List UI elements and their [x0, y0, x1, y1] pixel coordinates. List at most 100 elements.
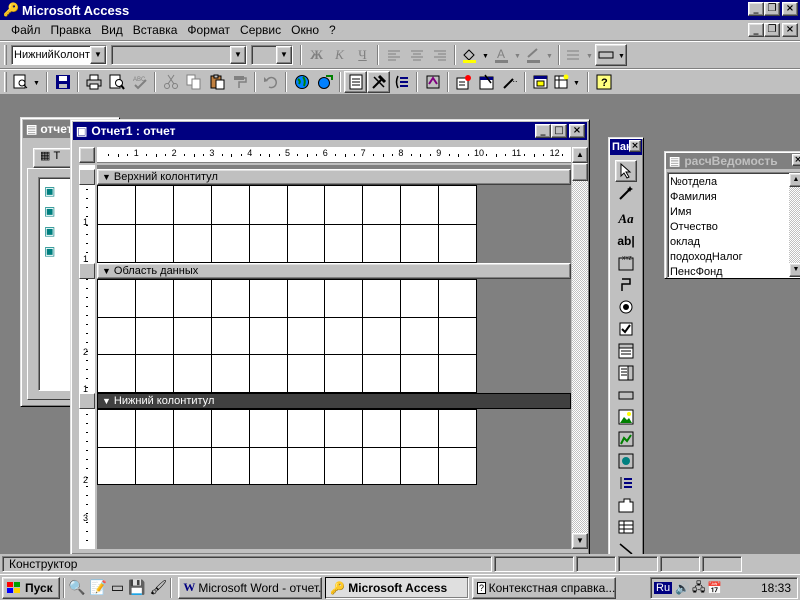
- field-scroll-up[interactable]: ▲: [789, 173, 800, 187]
- tab-control-tool[interactable]: [615, 494, 637, 516]
- field-scroll-down[interactable]: ▼: [789, 263, 800, 277]
- report-design-window[interactable]: ▣ Отчет1 : отчет _ □ × 1 2 3 4 5 6 7 8 9 10 11 12 1…: [70, 119, 590, 555]
- object-combo[interactable]: НижнийКолонт ▼: [11, 45, 107, 65]
- option-button-tool[interactable]: [615, 296, 637, 318]
- align-right-icon[interactable]: [428, 44, 451, 66]
- menu-help[interactable]: ?: [324, 23, 341, 37]
- page-break-tool[interactable]: [615, 472, 637, 494]
- unbound-object-tool[interactable]: [615, 428, 637, 450]
- bound-object-tool[interactable]: [615, 450, 637, 472]
- report-window-titlebar[interactable]: ▣ Отчет1 : отчет _ □ ×: [73, 122, 587, 140]
- print-preview-icon[interactable]: [105, 71, 128, 93]
- task-help[interactable]: ? Контекстная справка...: [472, 576, 617, 599]
- section-bar-page-header[interactable]: ▼ Верхний колонтитул: [97, 169, 571, 185]
- build-icon[interactable]: ...: [498, 71, 521, 93]
- volume-icon[interactable]: 🔊: [675, 581, 690, 595]
- report-object-icon[interactable]: ▣: [44, 184, 55, 198]
- combo-box-tool[interactable]: [615, 340, 637, 362]
- toolbox-titlebar[interactable]: Пан ×: [610, 139, 642, 155]
- report-selector[interactable]: [79, 147, 95, 163]
- task-access[interactable]: 🔑 Microsoft Access: [325, 576, 470, 599]
- task-word[interactable]: W Microsoft Word - отчет...: [178, 576, 323, 599]
- font-size-combo[interactable]: ▼: [251, 45, 293, 65]
- line-width-icon[interactable]: ▼: [563, 44, 595, 66]
- font-color-icon[interactable]: A ▼: [491, 44, 523, 66]
- menu-window[interactable]: Окно: [286, 23, 324, 37]
- section-bar-detail[interactable]: ▼ Область данных: [97, 263, 571, 279]
- chevron-down-icon[interactable]: ▼: [230, 46, 246, 64]
- save-icon[interactable]: [51, 71, 74, 93]
- toolbox-palette[interactable]: Пан × Aa ab| XYZ: [608, 137, 644, 577]
- field-item[interactable]: Отчество: [670, 220, 788, 235]
- copy-icon[interactable]: [182, 71, 205, 93]
- menu-file[interactable]: Файл: [6, 23, 46, 37]
- field-list-scrollbar[interactable]: ▲ ▼: [789, 173, 800, 277]
- undo-icon[interactable]: [259, 71, 282, 93]
- field-item[interactable]: Фамилия: [670, 190, 788, 205]
- section-bar-page-footer[interactable]: ▼ Нижний колонтитул: [97, 393, 571, 409]
- page-header-grid[interactable]: [97, 185, 477, 263]
- save-icon[interactable]: 💾: [128, 579, 145, 596]
- database-window-icon[interactable]: [529, 71, 552, 93]
- page-footer-grid[interactable]: [97, 409, 477, 485]
- view-icon[interactable]: ▼: [11, 71, 43, 93]
- list-box-tool[interactable]: [615, 362, 637, 384]
- scheduler-icon[interactable]: 📅: [707, 581, 722, 595]
- report-maximize-button[interactable]: □: [551, 124, 567, 138]
- scroll-thumb[interactable]: [572, 163, 588, 181]
- terminal-icon[interactable]: ▭: [111, 579, 124, 596]
- field-list-window[interactable]: ▤ расчВедомость × №отдела Фамилия Имя Отчес…: [664, 151, 800, 279]
- field-item[interactable]: подоходНалог: [670, 250, 788, 265]
- field-item[interactable]: ПенсФонд: [670, 265, 788, 280]
- font-combo[interactable]: ▼: [111, 45, 247, 65]
- toolbox-close-button[interactable]: ×: [629, 140, 641, 152]
- minimize-button[interactable]: _: [748, 2, 764, 16]
- checkbox-tool[interactable]: [615, 318, 637, 340]
- chevron-down-icon[interactable]: ▼: [276, 46, 292, 64]
- menu-edit[interactable]: Правка: [46, 23, 97, 37]
- print-icon[interactable]: [82, 71, 105, 93]
- select-objects-tool[interactable]: [615, 160, 637, 182]
- web-globe-icon[interactable]: [290, 71, 313, 93]
- toolbar-grip[interactable]: [4, 45, 7, 65]
- help-icon[interactable]: ?: [592, 71, 615, 93]
- border-style-icon[interactable]: ▼: [595, 44, 627, 66]
- chevron-down-icon[interactable]: ▼: [90, 46, 106, 64]
- autoformat-icon[interactable]: [421, 71, 444, 93]
- detail-grid[interactable]: [97, 279, 477, 393]
- code-icon[interactable]: [452, 71, 475, 93]
- vertical-scrollbar[interactable]: ▲ ▼: [572, 147, 588, 549]
- format-painter-icon[interactable]: [228, 71, 251, 93]
- toggle-button-tool[interactable]: [615, 274, 637, 296]
- scroll-up-button[interactable]: ▲: [572, 147, 588, 163]
- bold-button[interactable]: Ж: [305, 44, 328, 66]
- report-close-button[interactable]: ×: [569, 124, 585, 138]
- doc-minimize-button[interactable]: _: [748, 23, 764, 37]
- field-list-titlebar[interactable]: ▤ расчВедомость ×: [666, 153, 800, 169]
- report-minimize-button[interactable]: _: [535, 124, 551, 138]
- spelling-icon[interactable]: ABC: [128, 71, 151, 93]
- clock[interactable]: 18:33: [761, 581, 791, 595]
- report-object-icon[interactable]: ▣: [44, 224, 55, 238]
- network-icon[interactable]: 🖧: [692, 578, 705, 599]
- line-color-icon[interactable]: ▼: [523, 44, 555, 66]
- textbox-tool[interactable]: ab|: [615, 230, 637, 252]
- horizontal-ruler[interactable]: 1 2 3 4 5 6 7 8 9 10 11 12: [97, 147, 571, 163]
- label-tool[interactable]: Aa: [615, 208, 637, 230]
- field-list-icon[interactable]: [344, 71, 367, 93]
- start-button[interactable]: Пуск: [2, 576, 60, 599]
- control-wizards-tool[interactable]: [615, 182, 637, 204]
- notepad-icon[interactable]: 📝: [89, 579, 106, 596]
- align-left-icon[interactable]: [382, 44, 405, 66]
- explorer-icon[interactable]: 🔍: [68, 579, 85, 596]
- subform-tool[interactable]: [615, 516, 637, 538]
- hyperlink-icon[interactable]: [313, 71, 336, 93]
- field-item[interactable]: оклад: [670, 235, 788, 250]
- close-button[interactable]: ×: [782, 2, 798, 16]
- option-group-tool[interactable]: XYZ: [615, 252, 637, 274]
- doc-restore-button[interactable]: ❐: [764, 23, 780, 37]
- underline-button[interactable]: Ч: [351, 44, 374, 66]
- paint-icon[interactable]: 🖌: [150, 579, 168, 596]
- menu-format[interactable]: Формат: [182, 23, 235, 37]
- command-button-tool[interactable]: [615, 384, 637, 406]
